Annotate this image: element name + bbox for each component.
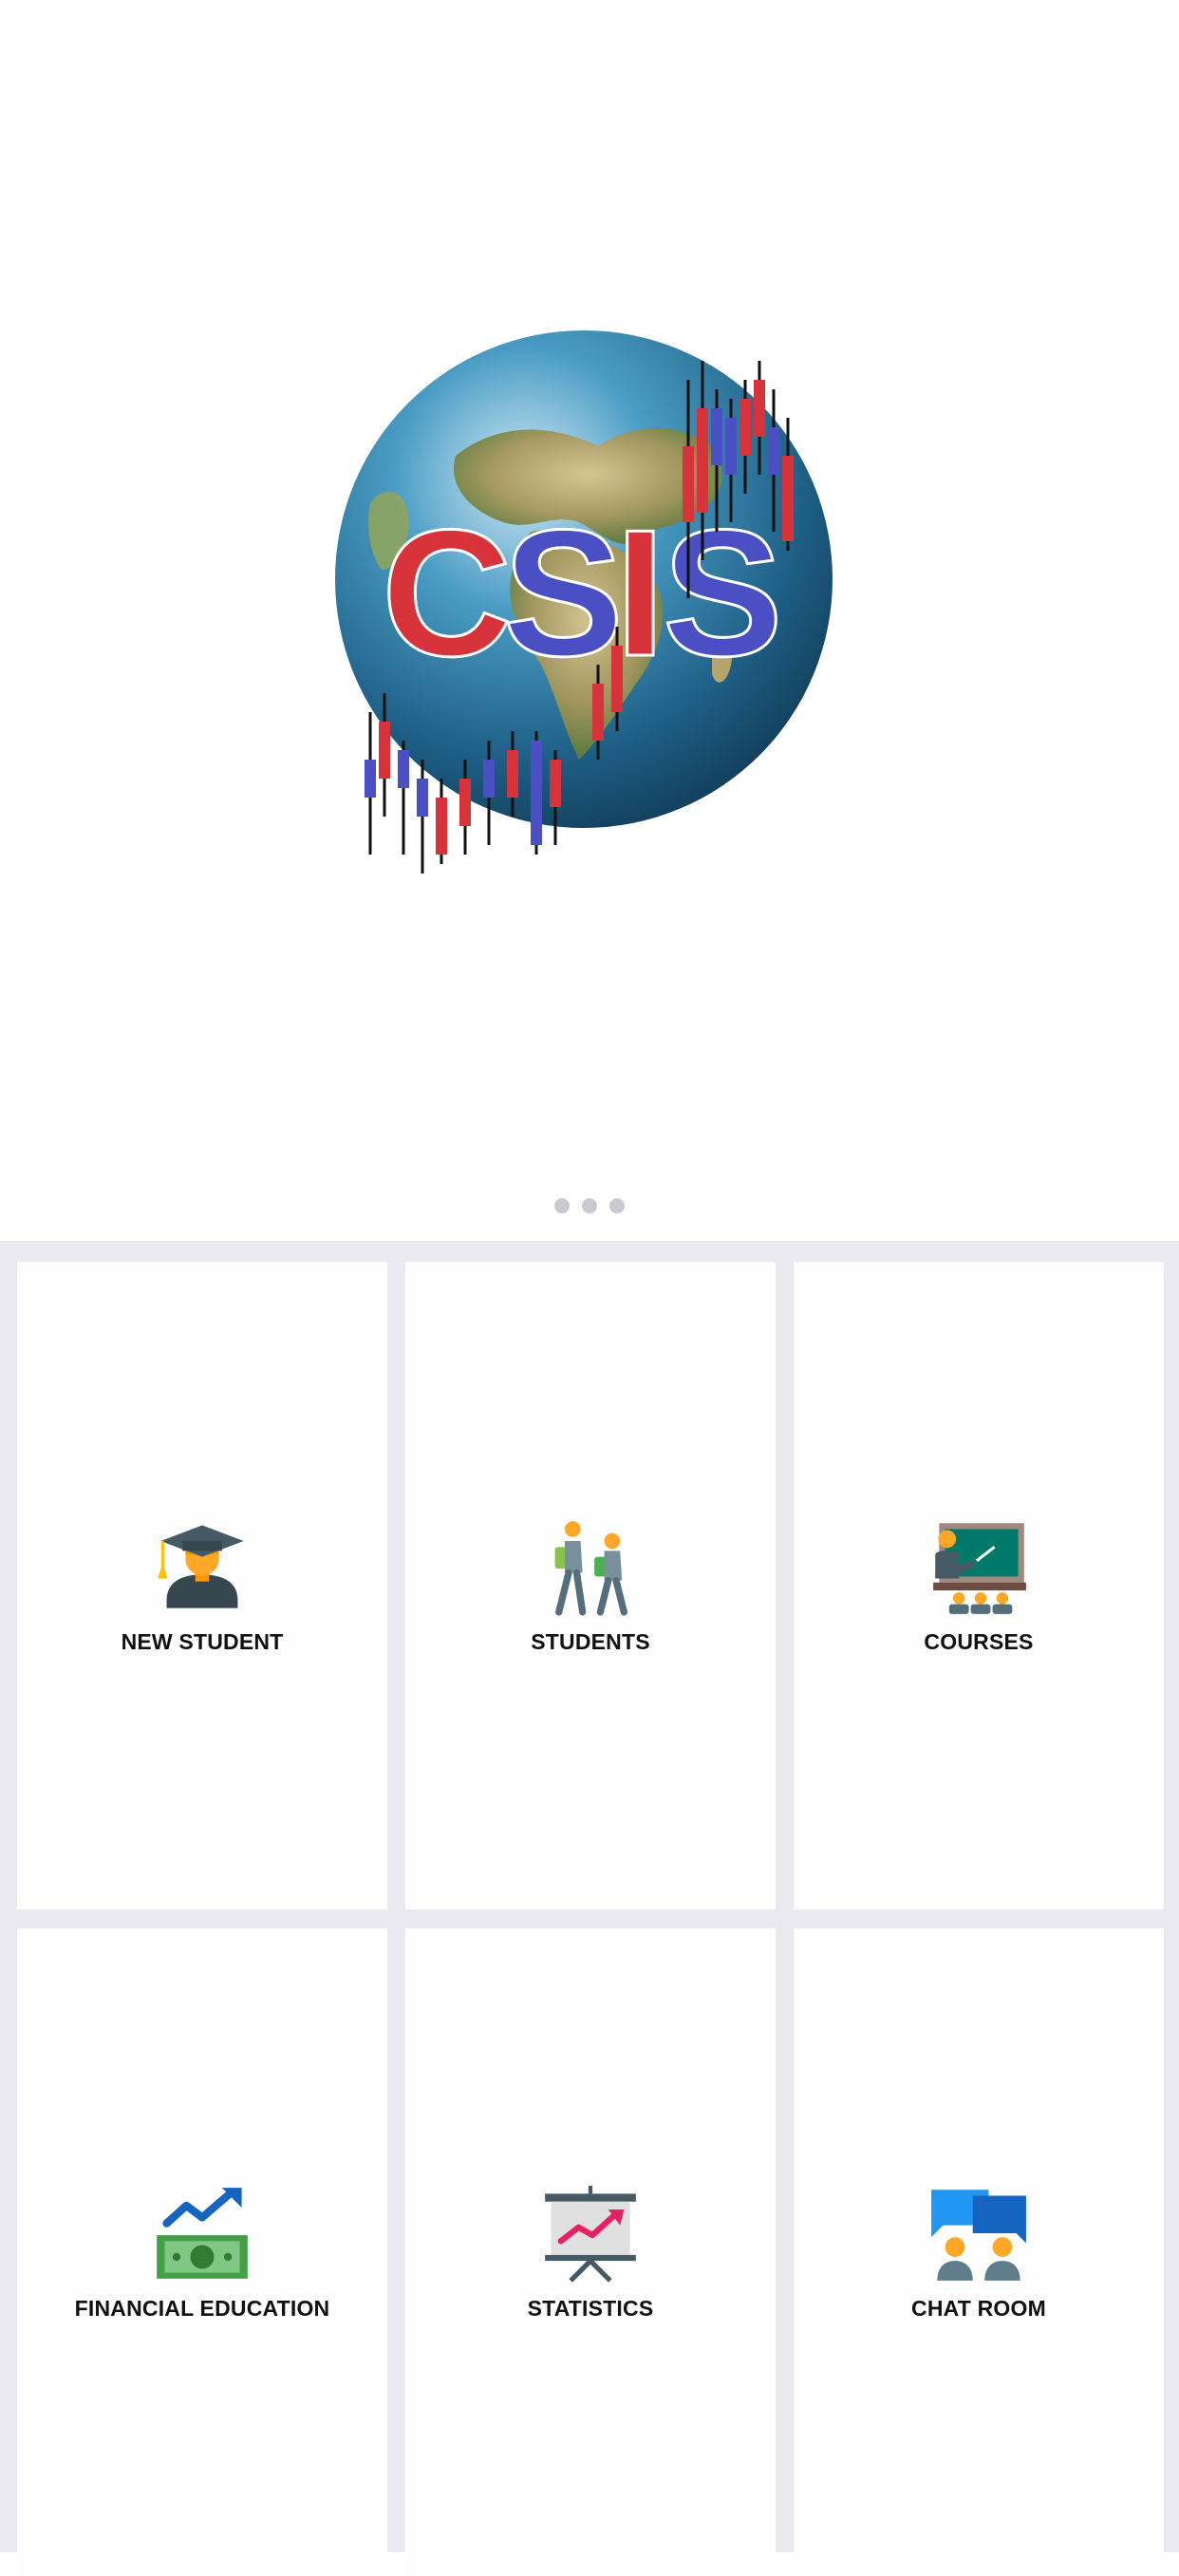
csis-globe-logo: C S I S bbox=[335, 330, 833, 874]
students-label: STUDENTS bbox=[531, 1628, 650, 1654]
carousel-page-indicator[interactable] bbox=[0, 1198, 1179, 1217]
students-walking-icon bbox=[554, 1520, 627, 1615]
chart-board-icon bbox=[545, 2185, 636, 2283]
students-tile[interactable]: STUDENTS bbox=[405, 1262, 776, 1909]
courses-tile[interactable]: COURSES bbox=[794, 1262, 1164, 1909]
carousel-dot-2[interactable] bbox=[582, 1198, 597, 1213]
menu-grid: NEW STUDENT STUDENTS COURSES FINANCIAL E… bbox=[0, 1241, 1179, 2576]
statistics-label: STATISTICS bbox=[527, 2295, 654, 2321]
chat-room-label: CHAT ROOM bbox=[911, 2295, 1046, 2321]
money-growth-icon bbox=[157, 2187, 248, 2279]
logo-letter-s2: S bbox=[663, 493, 783, 694]
chat-room-tile[interactable]: CHAT ROOM bbox=[794, 1928, 1164, 2576]
carousel-dot-1[interactable] bbox=[554, 1198, 570, 1213]
financial-education-label: FINANCIAL EDUCATION bbox=[74, 2295, 330, 2321]
new-student-label: NEW STUDENT bbox=[121, 1628, 284, 1654]
logo-letter-s: S bbox=[503, 493, 624, 694]
logo-letter-c: C bbox=[382, 493, 512, 694]
courses-label: COURSES bbox=[924, 1628, 1034, 1654]
chat-room-icon bbox=[931, 2189, 1026, 2281]
graduate-icon bbox=[158, 1524, 244, 1608]
carousel-dot-3[interactable] bbox=[609, 1198, 625, 1213]
statistics-tile[interactable]: STATISTICS bbox=[405, 1928, 776, 2576]
classroom-icon bbox=[933, 1522, 1026, 1614]
new-student-tile[interactable]: NEW STUDENT bbox=[17, 1262, 387, 1909]
hero-banner: C S I S bbox=[0, 0, 1179, 1241]
financial-education-tile[interactable]: FINANCIAL EDUCATION bbox=[17, 1928, 387, 2576]
